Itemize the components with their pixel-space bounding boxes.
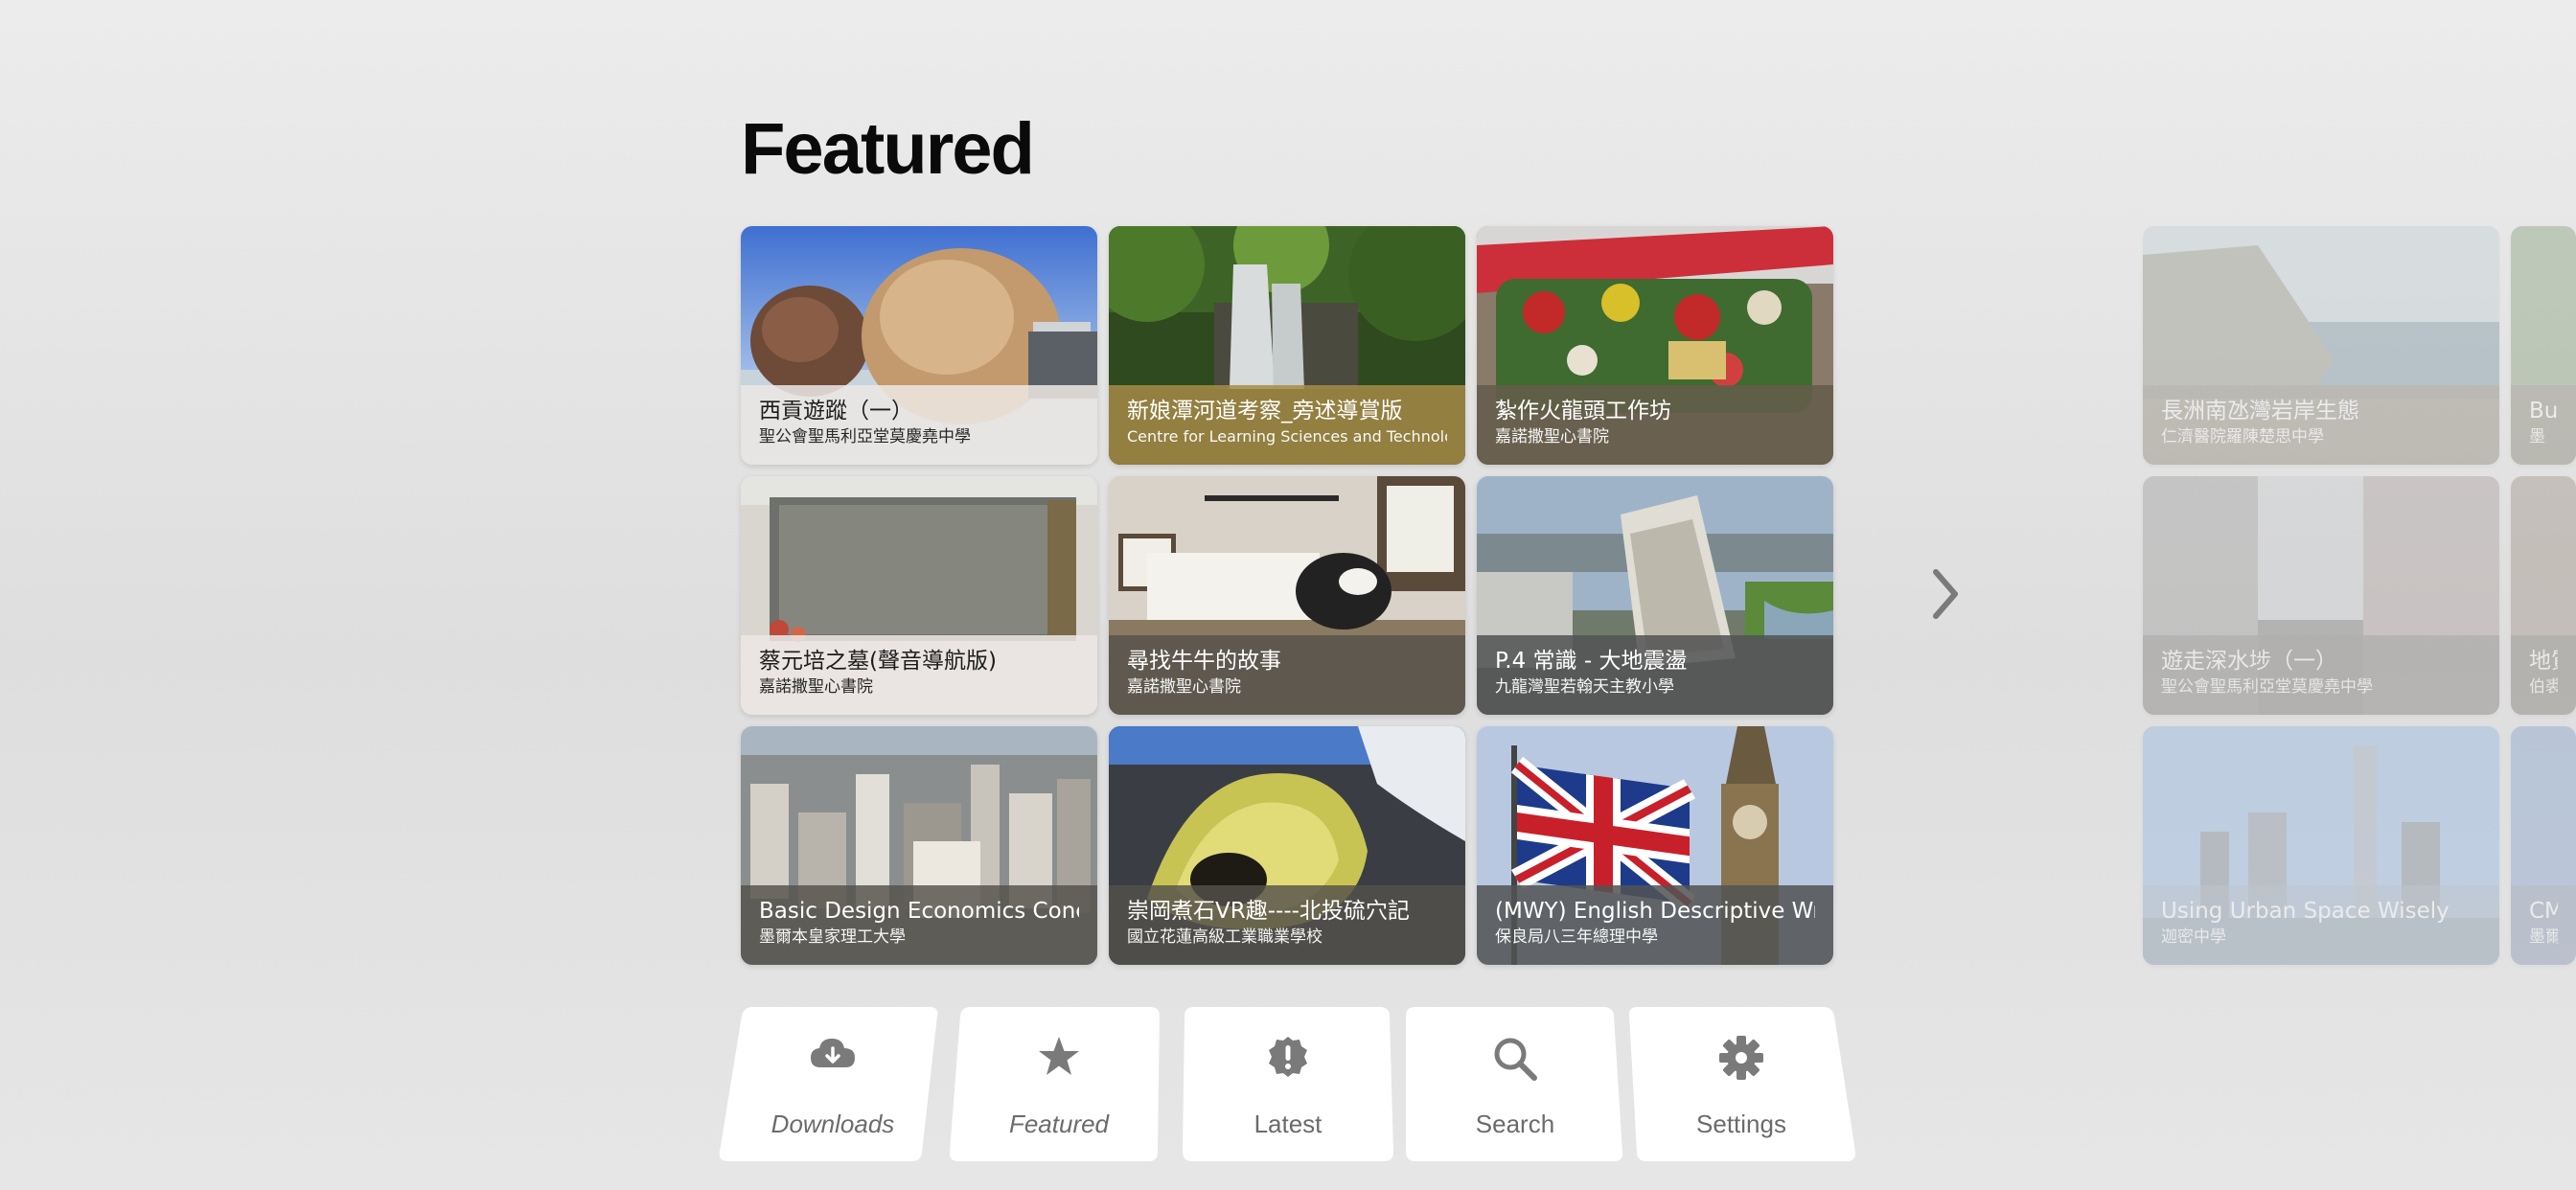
featured-card[interactable]: 崇岡煮石VR趣----北投硫穴記 國立花蓮高級工業職業學校 — [1109, 726, 1465, 965]
tab-label: Downloads — [770, 1110, 895, 1138]
card-title: 紮作火龍頭工作坊 — [1495, 399, 1671, 423]
preview-card: 地質 伯裘 — [2511, 476, 2576, 715]
card-subtitle: 嘉諾撒聖心書院 — [1495, 427, 1609, 446]
card-title: 崇岡煮石VR趣----北投硫穴記 — [1127, 899, 1410, 924]
card-subtitle: Centre for Learning Sciences and Technol… — [1127, 427, 1447, 446]
card-subtitle: 墨爾本皇家理工大學 — [759, 927, 906, 947]
card-subtitle: 嘉諾撒聖心書院 — [759, 677, 873, 697]
featured-card[interactable]: 尋找牛牛的故事 嘉諾撒聖心書院 — [1109, 476, 1465, 715]
tab-label: Search — [1475, 1110, 1555, 1138]
card-subtitle: 墨爾 — [2529, 927, 2558, 947]
card-title: 地質 — [2529, 649, 2558, 674]
card-subtitle: 九龍灣聖若翰天主教小學 — [1495, 677, 1674, 697]
featured-card[interactable]: (MWY) English Descriptive Writing 保良局八三年… — [1477, 726, 1833, 965]
card-title: P.4 常識 - 大地震盪 — [1495, 649, 1688, 674]
tab-latest[interactable]: Latest — [1181, 1006, 1395, 1162]
tab-downloads[interactable]: Downloads — [717, 1006, 949, 1162]
featured-card[interactable]: 蔡元培之墓(聲音導航版) 嘉諾撒聖心書院 — [741, 476, 1097, 715]
card-title: 遊走深水埗（一） — [2161, 649, 2337, 674]
featured-card[interactable]: Basic Design Economics Concept- II 墨爾本皇家… — [741, 726, 1097, 965]
card-title: 蔡元培之墓(聲音導航版) — [759, 649, 997, 674]
card-subtitle: 聖公會聖馬利亞堂莫慶堯中學 — [2161, 677, 2373, 697]
card-subtitle: 國立花蓮高級工業職業學校 — [1127, 927, 1322, 947]
tab-featured[interactable]: Featured — [947, 1006, 1171, 1162]
card-subtitle: 墨 — [2529, 427, 2545, 446]
preview-card: 遊走深水埗（一） 聖公會聖馬利亞堂莫慶堯中學 — [2143, 476, 2499, 715]
gear-icon — [1719, 1036, 1763, 1080]
card-title: CM G — [2529, 899, 2558, 924]
search-icon — [1494, 1038, 1537, 1081]
badge-alert-icon — [1269, 1037, 1307, 1077]
tab-label: Featured — [1008, 1110, 1110, 1138]
tab-label: Settings — [1696, 1110, 1786, 1138]
next-page-button[interactable] — [1926, 567, 1965, 621]
card-title: 西貢遊蹤（一） — [759, 399, 913, 423]
tab-settings[interactable]: Settings — [1625, 1006, 1857, 1162]
tab-label: Latest — [1254, 1110, 1322, 1138]
chevron-right-icon — [1933, 569, 1958, 619]
featured-card[interactable]: P.4 常識 - 大地震盪 九龍灣聖若翰天主教小學 — [1477, 476, 1833, 715]
card-title: 新娘潭河道考察_旁述導賞版 — [1127, 399, 1403, 423]
card-title: Buil — [2529, 399, 2558, 423]
card-title: Basic Design Economics Concept- II — [759, 899, 1079, 924]
preview-card: Buil 墨 — [2511, 226, 2576, 465]
tab-search[interactable]: Search — [1404, 1006, 1626, 1162]
page-title: Featured — [741, 108, 1035, 190]
featured-card[interactable]: 新娘潭河道考察_旁述導賞版 Centre for Learning Scienc… — [1109, 226, 1465, 465]
preview-card: Using Urban Space Wisely 迦密中學 — [2143, 726, 2499, 965]
card-subtitle: 伯裘 — [2529, 677, 2558, 697]
preview-card: 長洲南氹灣岩岸生態 仁濟醫院羅陳楚思中學 — [2143, 226, 2499, 465]
card-subtitle: 嘉諾撒聖心書院 — [1127, 677, 1241, 697]
cloud-download-icon — [811, 1039, 855, 1067]
card-title: Using Urban Space Wisely — [2161, 899, 2450, 924]
featured-card[interactable]: 紮作火龍頭工作坊 嘉諾撒聖心書院 — [1477, 226, 1833, 465]
card-subtitle: 迦密中學 — [2161, 927, 2226, 947]
next-page-preview: 長洲南氹灣岩岸生態 仁濟醫院羅陳楚思中學 Buil 墨 遊走深水埗（一） 聖公會… — [2143, 226, 2576, 965]
card-title: (MWY) English Descriptive Writing — [1495, 899, 1815, 924]
star-icon — [1039, 1037, 1079, 1075]
card-subtitle: 仁濟醫院羅陳楚思中學 — [2161, 427, 2324, 446]
card-subtitle: 保良局八三年總理中學 — [1495, 927, 1658, 947]
preview-card: CM G 墨爾 — [2511, 726, 2576, 965]
featured-grid: 西貢遊蹤（一） 聖公會聖馬利亞堂莫慶堯中學 新娘潭河道考察_旁述導賞版 Cent… — [741, 226, 1833, 965]
card-title: 長洲南氹灣岩岸生態 — [2161, 399, 2359, 423]
card-title: 尋找牛牛的故事 — [1127, 649, 1281, 674]
card-subtitle: 聖公會聖馬利亞堂莫慶堯中學 — [759, 427, 971, 446]
featured-card[interactable]: 西貢遊蹤（一） 聖公會聖馬利亞堂莫慶堯中學 — [741, 226, 1097, 465]
